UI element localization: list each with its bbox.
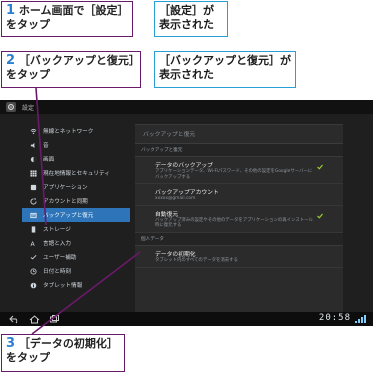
sidebar-item-label: ユーザー補助 xyxy=(43,255,77,261)
sidebar-item-backup-restore[interactable]: バックアップと復元 xyxy=(22,208,130,222)
system-navbar: 20:58 xyxy=(0,312,373,326)
sidebar-item-label: 音 xyxy=(43,143,49,149)
row-subtitle: アプリケーションデータ、Wi-Fiパスワード、その他の設定をGoogleサーバー… xyxy=(155,169,313,180)
svg-text:A: A xyxy=(30,241,35,247)
settings-app-icon xyxy=(6,102,16,112)
row-auto-restore[interactable]: 自動復元 バックアップ済みの設定やその他のデータをアプリケーションの再インストー… xyxy=(135,206,343,233)
step2-number: 2 xyxy=(6,53,16,68)
panel-title: バックアップと復元 xyxy=(135,125,343,144)
result1-text: ［設定］が表示された xyxy=(159,4,214,31)
row-subtitle: タブレット内のすべてのデータを消去する xyxy=(155,257,238,263)
sidebar-item-label: 現在地情報とセキュリティ xyxy=(43,171,110,177)
accessibility-icon xyxy=(30,254,37,261)
speaker-icon xyxy=(30,142,37,149)
section-header-personal: 個人データ xyxy=(135,232,343,246)
clock-readout: 20:58 xyxy=(318,313,351,323)
sidebar-item-label: 画面 xyxy=(43,157,55,163)
storage-icon xyxy=(30,225,37,233)
result2-text: ［バックアップと復元］が表示された xyxy=(159,54,291,81)
checkmark-icon[interactable] xyxy=(317,164,323,170)
row-factory-reset[interactable]: データの初期化 タブレット内のすべてのデータを消去する xyxy=(135,246,343,268)
row-backup-account[interactable]: バックアップアカウント xxxxx@gmail.com xyxy=(135,184,343,206)
row-title: データの初期化 xyxy=(155,251,196,258)
sidebar-item-label: タブレット情報 xyxy=(43,283,83,289)
sidebar-item-label: アプリケーション xyxy=(43,185,88,191)
backup-icon xyxy=(30,212,37,219)
back-icon[interactable] xyxy=(8,314,20,324)
step1-text: ホーム画面で［設定］をタップ xyxy=(6,4,124,31)
sidebar-item-wireless[interactable]: 無線とネットワーク xyxy=(22,124,130,138)
app-title: 設定 xyxy=(22,104,35,112)
sidebar-item-sound[interactable]: 音 xyxy=(22,138,130,152)
row-title: 自動復元 xyxy=(155,211,179,218)
step3-number: 3 xyxy=(6,336,16,351)
keyboard-icon: A xyxy=(30,240,37,247)
row-title: データのバックアップ xyxy=(155,163,213,169)
grid-icon xyxy=(30,169,37,177)
clock-icon xyxy=(30,267,37,275)
result2-callout: ［バックアップと復元］が表示された xyxy=(154,51,296,88)
section-header-backup: バックアップと復元 xyxy=(135,144,343,157)
step1-number: 1 xyxy=(6,3,16,18)
result1-callout: ［設定］が表示された xyxy=(154,1,228,37)
row-subtitle: xxxxx@gmail.com xyxy=(155,196,196,202)
sidebar-item-label: アカウントと同期 xyxy=(43,199,88,205)
home-icon[interactable] xyxy=(28,314,40,324)
sidebar-item-accounts-sync[interactable]: アカウントと同期 xyxy=(22,194,130,208)
brightness-icon xyxy=(30,156,37,163)
signal-icon xyxy=(355,315,366,323)
sidebar-item-label: 無線とネットワーク xyxy=(43,129,94,135)
row-data-backup[interactable]: データのバックアップ アプリケーションデータ、Wi-Fiパスワード、その他の設定… xyxy=(135,157,343,185)
tablet-screen: 設定 無線とネットワーク 音 画面 現在地情報とセキュリティ アプリケーション … xyxy=(0,100,373,326)
sidebar-item-date-time[interactable]: 日付と時刻 xyxy=(22,264,130,278)
step2-text: ［バックアップと復元］をタップ xyxy=(6,54,135,81)
step3-text: ［データの初期化］をタップ xyxy=(6,337,118,364)
sidebar-item-label: 日付と時刻 xyxy=(43,269,71,275)
sidebar-item-storage[interactable]: ストレージ xyxy=(22,222,130,236)
sidebar-item-applications[interactable]: アプリケーション xyxy=(22,180,130,194)
recent-apps-icon[interactable] xyxy=(48,314,60,324)
sidebar-item-language-input[interactable]: A 言語と入力 xyxy=(22,236,130,250)
sidebar-item-label: ストレージ xyxy=(43,227,71,233)
info-icon xyxy=(30,282,37,289)
settings-sidebar: 無線とネットワーク 音 画面 現在地情報とセキュリティ アプリケーション アカウ… xyxy=(22,124,130,314)
checkmark-icon[interactable] xyxy=(317,213,323,219)
step3-callout: 3 ［データの初期化］をタップ xyxy=(1,334,125,372)
wifi-icon xyxy=(30,128,37,135)
sidebar-item-display[interactable]: 画面 xyxy=(22,152,130,166)
row-title: バックアップアカウント xyxy=(155,190,219,197)
sidebar-item-location-security[interactable]: 現在地情報とセキュリティ xyxy=(22,166,130,180)
sidebar-item-accessibility[interactable]: ユーザー補助 xyxy=(22,250,130,264)
step2-callout: 2 ［バックアップと復元］をタップ xyxy=(1,51,141,88)
step1-callout: 1 ホーム画面で［設定］をタップ xyxy=(1,1,133,37)
sync-icon xyxy=(30,197,37,205)
sidebar-item-label: 言語と入力 xyxy=(43,241,71,247)
backup-restore-panel: バックアップと復元 バックアップと復元 データのバックアップ アプリケーションデ… xyxy=(135,124,343,315)
status-bar: 設定 xyxy=(0,100,373,114)
sidebar-item-tablet-info[interactable]: タブレット情報 xyxy=(22,278,130,292)
sidebar-item-label: バックアップと復元 xyxy=(43,213,94,219)
row-subtitle: バックアップ済みの設定やその他のデータをアプリケーションの再インストール時に復元… xyxy=(155,217,313,229)
apps-icon xyxy=(30,184,37,191)
